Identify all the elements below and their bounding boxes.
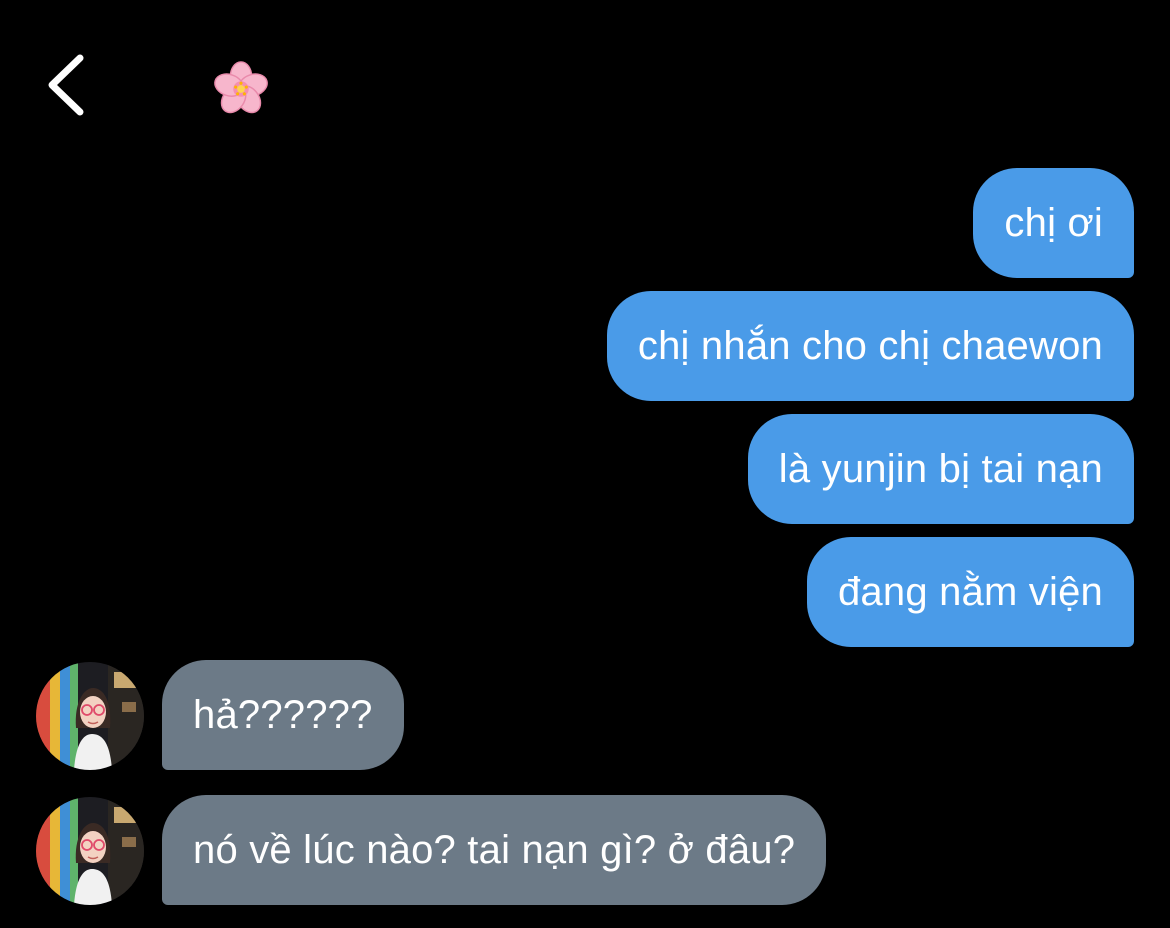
cherry-blossom-icon: [214, 61, 268, 114]
contact-avatar[interactable]: [36, 797, 144, 905]
avatar-photo: [36, 662, 144, 770]
sent-message-bubble[interactable]: chị nhắn cho chị chaewon: [606, 291, 1134, 401]
received-message-bubble[interactable]: nó về lúc nào? tai nạn gì? ở đâu?: [162, 795, 827, 905]
avatar-photo: [36, 797, 144, 905]
contact-avatar[interactable]: [36, 662, 144, 770]
received-message-bubble[interactable]: hả??????: [162, 660, 404, 770]
back-button[interactable]: [40, 50, 100, 120]
message-text: nó về lúc nào? tai nạn gì? ở đâu?: [193, 827, 796, 872]
message-text: chị nhắn cho chị chaewon: [637, 323, 1103, 368]
message-text: hả??????: [193, 692, 373, 737]
sent-message-bubble[interactable]: đang nằm viện: [806, 537, 1134, 647]
message-text: đang nằm viện: [837, 569, 1103, 614]
contact-header[interactable]: [212, 60, 270, 118]
sent-message-bubble[interactable]: chị ơi: [973, 168, 1134, 278]
message-text: chị ơi: [1004, 200, 1103, 245]
chevron-left-icon: [48, 54, 84, 116]
sent-message-bubble[interactable]: là yunjin bị tai nạn: [747, 414, 1134, 524]
message-text: là yunjin bị tai nạn: [778, 446, 1103, 491]
